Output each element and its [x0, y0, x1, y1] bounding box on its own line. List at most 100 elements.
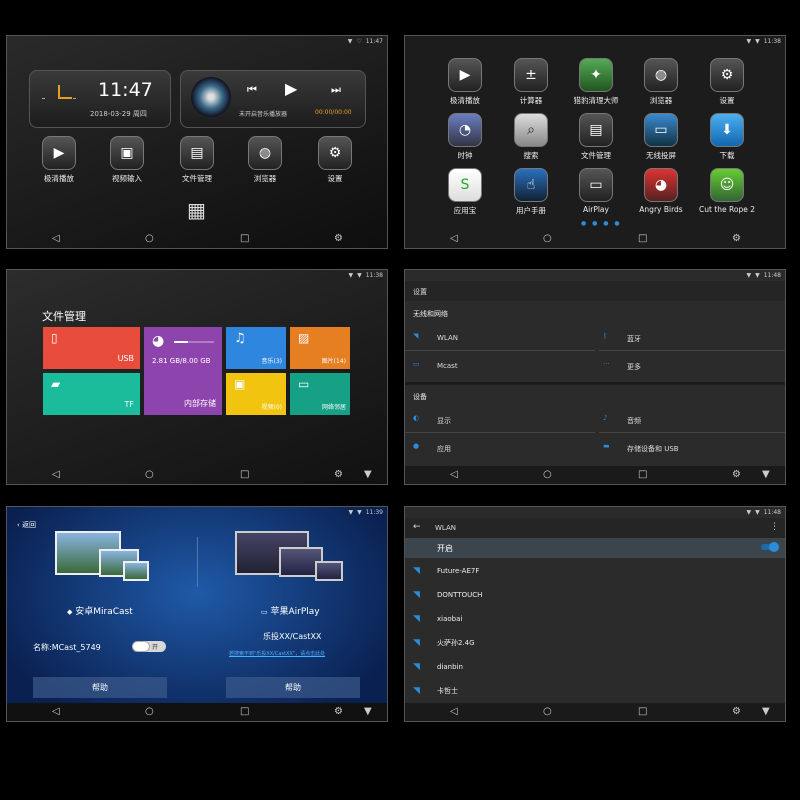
previous-icon[interactable]: ⏮ [247, 83, 257, 97]
wifi-network[interactable]: ◥ dianbin [405, 655, 785, 679]
settings-more[interactable]: ··· 更多 [599, 354, 785, 378]
wifi-lock-icon: ◥ [413, 590, 420, 600]
drawer-app[interactable]: ▶ 极清播放 [435, 58, 495, 106]
settings-bluetooth[interactable]: ᛒ 蓝牙 [599, 326, 785, 351]
airplay-help-link[interactable]: 若搜索不到"乐投XX/CastXX"，请点击此处 [229, 650, 359, 657]
settings-nav-icon[interactable]: ⚙ [334, 705, 343, 719]
setting-label: 蓝牙 [627, 335, 641, 343]
settings-nav-icon[interactable]: ⚙ [334, 232, 343, 246]
home-icon[interactable]: ○ [145, 705, 154, 719]
back-icon[interactable]: ◁ [52, 468, 60, 482]
drawer-app[interactable]: ☝ 用户手册 [501, 168, 561, 216]
app-file-manager[interactable]: ▤ 文件管理 [167, 136, 227, 184]
internal-storage-tile[interactable]: ◕ 2.81 GB/8.00 GB 内部存储 [144, 327, 222, 415]
back-icon[interactable]: ◁ [450, 468, 458, 482]
music-tile[interactable]: ♫ 音乐(3) [226, 327, 286, 369]
drawer-app[interactable]: ± 计算器 [501, 58, 561, 106]
cast-toggle[interactable]: 开 [132, 641, 166, 652]
dropdown-icon[interactable]: ▼ [364, 468, 372, 482]
settings-wlan[interactable]: ◥ WLAN [405, 326, 595, 351]
tile-label: 视频(0) [261, 404, 283, 411]
airplay-help-button[interactable]: 帮助 [226, 677, 360, 698]
drawer-app[interactable]: ◔ 时钟 [435, 113, 495, 161]
drawer-app[interactable]: ⚙ 设置 [697, 58, 757, 106]
dropdown-icon[interactable]: ▼ [762, 705, 770, 719]
back-icon[interactable]: ◁ [52, 705, 60, 719]
device-name: 名称:MCast_5749 [33, 643, 101, 652]
drawer-app[interactable]: S 应用宝 [435, 168, 495, 216]
drawer-app[interactable]: ⬇ 下载 [697, 113, 757, 161]
music-widget[interactable]: ⏮ ▶ ⏭ 未开启音乐播放器 00:00/00:00 [180, 70, 366, 128]
app-label: 极清播放 [450, 96, 480, 105]
video-tile[interactable]: ▣ 视频(0) [226, 373, 286, 415]
back-icon[interactable]: ◁ [52, 232, 60, 246]
video-input-icon: ▣ [110, 136, 144, 170]
wifi-network[interactable]: ◥ 火萨孙2.4G [405, 631, 785, 655]
recents-icon[interactable]: □ [638, 232, 647, 246]
home-icon[interactable]: ○ [145, 468, 154, 482]
clock-widget[interactable]: 11:47 2018-03-29 周四 [29, 70, 171, 128]
settings-apps[interactable]: ● 应用 [405, 436, 595, 460]
overflow-menu-icon[interactable]: ⋮ [770, 522, 779, 532]
settings-nav-icon[interactable]: ⚙ [732, 468, 741, 482]
wifi-network[interactable]: ◥ xiaobai [405, 607, 785, 631]
dropdown-icon[interactable]: ▼ [364, 705, 372, 719]
drawer-app[interactable]: ✦ 猎豹清理大师 [566, 58, 626, 106]
home-icon[interactable]: ○ [543, 232, 552, 246]
signal-icon: ▼ [746, 272, 752, 279]
drawer-app[interactable]: ☺ Cut the Rope 2 [697, 168, 757, 214]
network-tile[interactable]: ▭ 网络邻居 [290, 373, 350, 415]
recents-icon[interactable]: □ [638, 468, 647, 482]
home-icon[interactable]: ○ [145, 232, 154, 246]
settings-storage[interactable]: ▬ 存储设备和 USB [599, 436, 785, 460]
app-browser[interactable]: ◍ 浏览器 [235, 136, 295, 184]
play-icon[interactable]: ▶ [285, 79, 297, 98]
tf-tile[interactable]: ▰ TF [43, 373, 140, 415]
wifi-lock-icon: ◥ [413, 566, 420, 576]
status-time: 11:38 [365, 272, 383, 279]
wlan-header: ← WLAN ⋮ [405, 518, 785, 538]
drawer-app[interactable]: ◍ 浏览器 [631, 58, 691, 106]
recents-icon[interactable]: □ [638, 705, 647, 719]
wifi-network[interactable]: ◥ 卡哲士 [405, 679, 785, 703]
wifi-network[interactable]: ◥ Future-AE7F [405, 559, 785, 583]
app-video-player[interactable]: ▶ 极清播放 [29, 136, 89, 184]
dropdown-icon[interactable]: ▼ [762, 468, 770, 482]
search-icon: ⌕ [514, 113, 548, 147]
airplay-illustration [235, 531, 345, 587]
back-arrow-icon[interactable]: ← [413, 522, 421, 532]
drawer-app[interactable]: ◕ Angry Birds [631, 168, 691, 214]
wlan-toggle-row[interactable]: 开启 [405, 538, 785, 558]
wifi-network[interactable]: ◥ DONTTOUCH [405, 583, 785, 607]
music-note-icon: ♫ [234, 331, 246, 346]
settings-nav-icon[interactable]: ⚙ [334, 468, 343, 482]
usb-tile[interactable]: ▯ USB [43, 327, 140, 369]
settings-sound[interactable]: ♪ 音频 [599, 408, 785, 433]
app-settings[interactable]: ⚙ 设置 [305, 136, 365, 184]
next-icon[interactable]: ⏭ [331, 83, 341, 97]
section-wireless-header: 无线和网络 [413, 310, 448, 318]
settings-nav-icon[interactable]: ⚙ [732, 705, 741, 719]
home-icon[interactable]: ○ [543, 468, 552, 482]
app-drawer-icon[interactable]: ▦ [187, 198, 206, 222]
recents-icon[interactable]: □ [240, 705, 249, 719]
app-video-input[interactable]: ▣ 视频输入 [97, 136, 157, 184]
drawer-app[interactable]: ▭ AirPlay [566, 168, 626, 214]
home-icon[interactable]: ○ [543, 705, 552, 719]
back-icon[interactable]: ◁ [450, 705, 458, 719]
back-link[interactable]: ‹ 返回 [17, 520, 36, 530]
pictures-tile[interactable]: ▨ 图片(14) [290, 327, 350, 369]
back-icon[interactable]: ◁ [450, 232, 458, 246]
recents-icon[interactable]: □ [240, 232, 249, 246]
drawer-app[interactable]: ⌕ 搜索 [501, 113, 561, 161]
settings-nav-icon[interactable]: ⚙ [732, 232, 741, 246]
status-bar: ▼ ▼ 11:48 [405, 507, 785, 518]
miracast-help-button[interactable]: 帮助 [33, 677, 167, 698]
settings-mcast[interactable]: ▭ Mcast [405, 354, 595, 378]
wlan-switch[interactable] [761, 542, 779, 552]
drawer-app[interactable]: ▤ 文件管理 [566, 113, 626, 161]
settings-display[interactable]: ◐ 显示 [405, 408, 595, 433]
recents-icon[interactable]: □ [240, 468, 249, 482]
drawer-app[interactable]: ▭ 无线投屏 [631, 113, 691, 161]
app-label: 用户手册 [516, 206, 546, 215]
